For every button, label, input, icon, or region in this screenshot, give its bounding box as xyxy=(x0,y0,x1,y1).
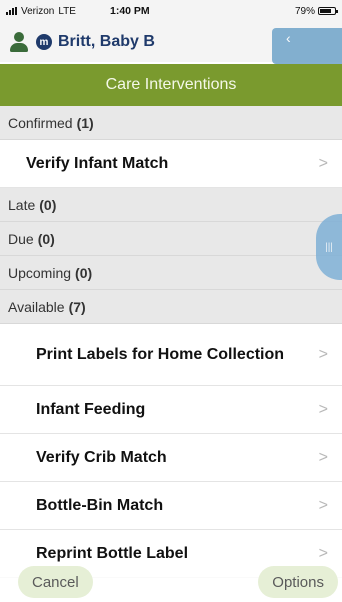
back-arrow-icon: ‹ xyxy=(286,30,291,46)
network-label: LTE xyxy=(58,5,76,17)
list-item-label: Verify Infant Match xyxy=(26,154,169,172)
list-item-label: Verify Crib Match xyxy=(36,448,167,466)
cancel-button[interactable]: Cancel xyxy=(18,566,93,598)
battery-icon xyxy=(318,7,338,15)
page-title: Care Interventions xyxy=(0,64,342,106)
section-late: Late (0) xyxy=(0,188,342,222)
section-upcoming: Upcoming (0) xyxy=(0,256,342,290)
person-icon xyxy=(8,31,30,53)
section-available: Available (7) xyxy=(0,290,342,324)
list-item-label: Reprint Bottle Label xyxy=(36,544,189,562)
chevron-right-icon: > xyxy=(318,400,328,418)
section-count: (0) xyxy=(75,264,93,281)
section-label: Late xyxy=(8,196,36,213)
list-item-infant-feeding[interactable]: Infant Feeding > xyxy=(0,386,342,434)
patient-name: Britt, Baby B xyxy=(58,33,155,50)
chevron-right-icon: > xyxy=(318,496,328,514)
list-item-bottle-bin-match[interactable]: Bottle-Bin Match > xyxy=(0,482,342,530)
section-count: (1) xyxy=(76,114,94,131)
side-drawer-handle[interactable]: ||| xyxy=(316,214,342,280)
section-label: Available xyxy=(8,298,65,315)
list-item-label: Print Labels for Home Collection xyxy=(36,345,285,363)
signal-icon xyxy=(6,7,17,15)
section-label: Confirmed xyxy=(8,114,73,131)
status-time: 1:40 PM xyxy=(110,5,150,17)
chevron-right-icon: > xyxy=(318,345,328,363)
grip-icon: ||| xyxy=(325,241,333,253)
chevron-right-icon: > xyxy=(318,154,328,172)
chevron-right-icon: > xyxy=(318,544,328,562)
section-label: Upcoming xyxy=(8,264,72,281)
list-item-verify-infant-match[interactable]: Verify Infant Match > xyxy=(0,140,342,188)
interventions-list: Confirmed (1) Verify Infant Match > Late… xyxy=(0,106,342,578)
patient-badge: m xyxy=(36,34,52,50)
list-item-print-labels[interactable]: Print Labels for Home Collection > xyxy=(0,324,342,386)
list-item-label: Infant Feeding xyxy=(36,400,146,418)
section-count: (0) xyxy=(39,196,57,213)
back-tab[interactable]: ‹ xyxy=(272,28,342,64)
list-item-label: Bottle-Bin Match xyxy=(36,496,164,514)
status-bar: Verizon LTE 1:40 PM 79% xyxy=(0,0,342,22)
section-count: (0) xyxy=(37,230,55,247)
status-left: Verizon LTE xyxy=(6,6,76,17)
carrier-label: Verizon xyxy=(21,5,55,17)
status-right: 79% xyxy=(294,5,338,17)
options-button[interactable]: Options xyxy=(258,566,338,598)
section-confirmed: Confirmed (1) xyxy=(0,106,342,140)
list-item-verify-crib-match[interactable]: Verify Crib Match > xyxy=(0,434,342,482)
bottom-bar: Cancel Options xyxy=(0,562,342,602)
section-due: Due (0) xyxy=(0,222,342,256)
chevron-right-icon: > xyxy=(318,448,328,466)
section-label: Due xyxy=(8,230,34,247)
battery-percent: 79% xyxy=(294,5,315,17)
section-count: (7) xyxy=(68,298,86,315)
